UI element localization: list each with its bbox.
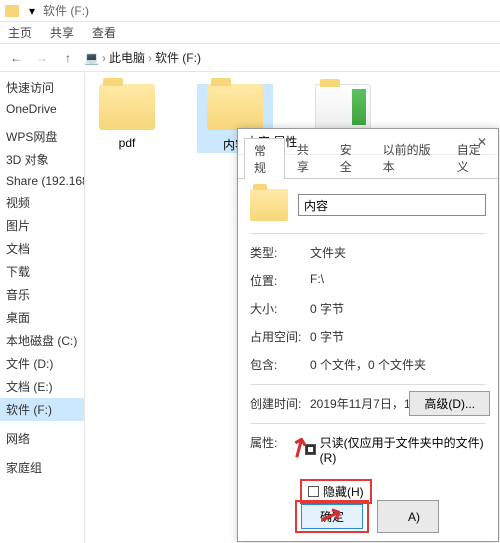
sidebar-item-music[interactable]: 音乐 [0, 283, 84, 306]
sidebar-item-downloads[interactable]: 下载 [0, 260, 84, 283]
label-location: 位置: [250, 272, 310, 289]
sidebar-item-f[interactable]: 软件 (F:) [0, 398, 84, 421]
label-type: 类型: [250, 244, 310, 261]
sidebar-item-desktop[interactable]: 桌面 [0, 306, 84, 329]
back-button[interactable]: ← [6, 48, 26, 68]
up-button[interactable]: ↑ [58, 48, 78, 68]
sidebar-item-quickaccess[interactable]: 快速访问 [0, 76, 84, 99]
sidebar-item-video[interactable]: 视频 [0, 191, 84, 214]
folder-label: pdf [89, 136, 165, 150]
value-size: 0 字节 [310, 300, 344, 317]
sidebar-item-wps[interactable]: WPS网盘 [0, 125, 84, 148]
value-location: F:\ [310, 272, 324, 289]
value-contains: 0 个文件，0 个文件夹 [310, 356, 426, 373]
value-type: 文件夹 [310, 244, 346, 261]
tab-general[interactable]: 常规 [244, 138, 285, 179]
value-disk: 0 字节 [310, 328, 344, 345]
sidebar-item-homegroup[interactable]: 家庭组 [0, 456, 84, 479]
sidebar-item-network[interactable]: 网络 [0, 427, 84, 450]
folder-icon [5, 5, 19, 17]
crumb-drive[interactable]: 软件 (F:) [155, 49, 201, 66]
menu-down-icon[interactable]: ▾ [29, 4, 35, 18]
nav-sidebar: 快速访问 OneDrive WPS网盘 3D 对象 Share (192.168… [0, 72, 85, 543]
sidebar-item-pictures[interactable]: 图片 [0, 214, 84, 237]
hidden-checkbox[interactable] [308, 486, 319, 497]
dialog-tabs: 常规 共享 安全 以前的版本 自定义 [238, 155, 498, 179]
properties-dialog: 内容 属性 ✕ 常规 共享 安全 以前的版本 自定义 类型:文件夹 位置:F:\… [237, 128, 499, 542]
folder-icon [315, 84, 371, 130]
name-input[interactable] [298, 194, 486, 216]
label-created: 创建时间: [250, 395, 310, 412]
window-titlebar: ▾ 软件 (F:) [0, 0, 500, 22]
forward-button[interactable]: → [32, 48, 52, 68]
tab-view[interactable]: 查看 [92, 24, 116, 41]
sidebar-item-3d[interactable]: 3D 对象 [0, 148, 84, 171]
dialog-buttons: 确定 A) [238, 500, 498, 533]
breadcrumb[interactable]: 💻 › 此电脑 › 软件 (F:) [84, 49, 201, 66]
tab-share[interactable]: 共享 [50, 24, 74, 41]
apply-button[interactable]: A) [377, 500, 439, 533]
title-text: 软件 (F:) [43, 2, 89, 19]
label-size: 大小: [250, 300, 310, 317]
folder-icon [250, 189, 288, 221]
tab-custom[interactable]: 自定义 [447, 137, 498, 178]
sidebar-item-d[interactable]: 文件 (D:) [0, 352, 84, 375]
tab-security[interactable]: 安全 [330, 137, 371, 178]
pc-icon: 💻 [84, 51, 99, 65]
sidebar-item-e[interactable]: 文档 (E:) [0, 375, 84, 398]
sidebar-item-c[interactable]: 本地磁盘 (C:) [0, 329, 84, 352]
crumb-root[interactable]: 此电脑 [109, 49, 145, 66]
sidebar-item-docs[interactable]: 文档 [0, 237, 84, 260]
sidebar-item-onedrive[interactable]: OneDrive [0, 99, 84, 119]
label-disk: 占用空间: [250, 328, 310, 345]
label-contains: 包含: [250, 356, 310, 373]
folder-pdf[interactable]: pdf [89, 84, 165, 150]
sidebar-item-share[interactable]: Share (192.168.1.1 [0, 171, 84, 191]
folder-icon [207, 84, 263, 130]
advanced-button[interactable]: 高级(D)... [409, 391, 490, 416]
folder-icon [99, 84, 155, 130]
ribbon-tabs: 主页 共享 查看 [0, 22, 500, 44]
tab-sharing[interactable]: 共享 [287, 137, 328, 178]
tab-home[interactable]: 主页 [8, 24, 32, 41]
tab-previous[interactable]: 以前的版本 [373, 137, 445, 178]
readonly-checkbox[interactable]: 只读(仅应用于文件夹中的文件)(R) [305, 434, 486, 465]
readonly-label: 只读(仅应用于文件夹中的文件)(R) [320, 434, 486, 465]
address-bar: ← → ↑ 💻 › 此电脑 › 软件 (F:) [0, 44, 500, 72]
